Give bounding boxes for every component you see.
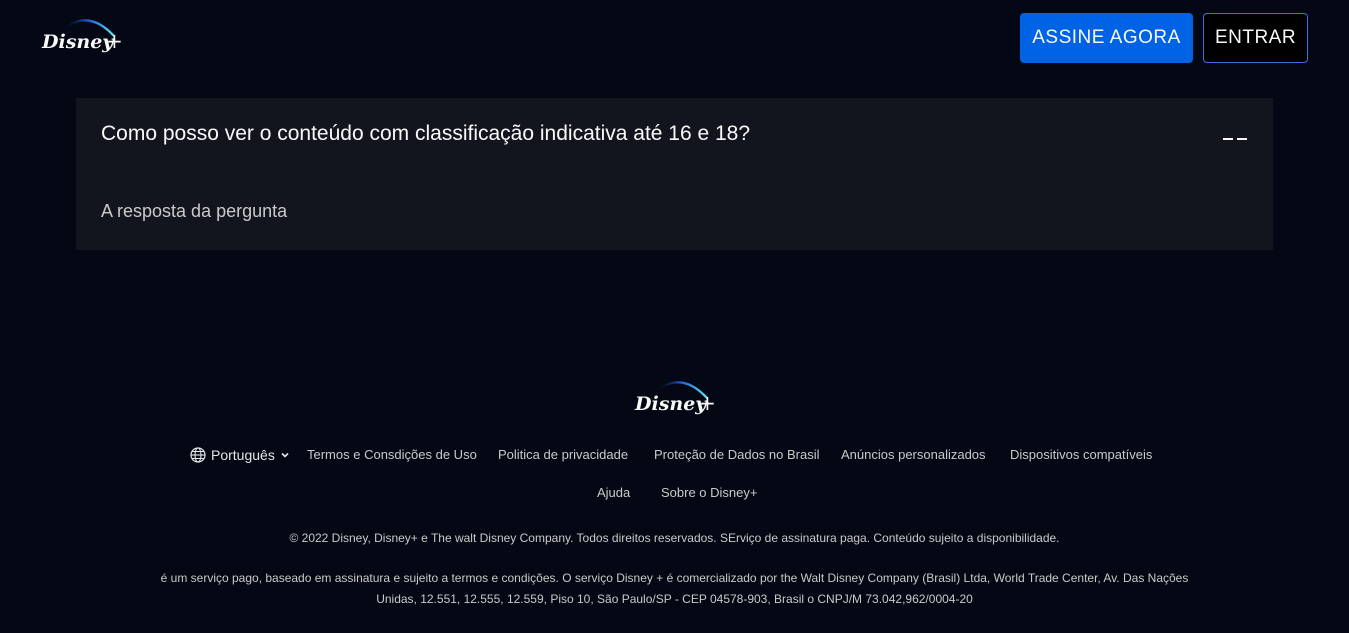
help-link[interactable]: Ajuda: [597, 485, 630, 500]
chevron-down-icon: [281, 452, 289, 458]
disney-plus-logo-icon: Disney +: [41, 19, 123, 53]
collapse-toggle-icon[interactable]: [1223, 128, 1249, 148]
data-protection-link[interactable]: Proteção de Dados no Brasil: [654, 447, 819, 462]
faq-question[interactable]: Como posso ver o conteúdo com classifica…: [101, 122, 750, 146]
privacy-link[interactable]: Politica de privacidade: [498, 447, 628, 462]
footer-links: Português Termos e Consdições de Uso Pol…: [0, 444, 1349, 466]
faq-answer: A resposta da pergunta: [101, 201, 288, 221]
site-header: Disney + ASSINE AGORA ENTRAR: [0, 0, 1349, 80]
terms-link[interactable]: Termos e Consdições de Uso: [307, 447, 477, 462]
svg-text:Disney: Disney: [41, 31, 115, 53]
about-link[interactable]: Sobre o Disney+: [661, 485, 757, 500]
compatible-devices-link[interactable]: Dispositivos compatíveis: [1010, 447, 1152, 462]
svg-text:Disney: Disney: [634, 393, 708, 415]
subscribe-button[interactable]: ASSINE AGORA: [1020, 13, 1193, 63]
globe-icon: [190, 447, 206, 463]
language-label: Português: [211, 447, 275, 463]
footer-disney-plus-logo[interactable]: Disney +: [633, 372, 717, 422]
legal-text: é um serviço pago, baseado em assinatura…: [160, 571, 1189, 606]
footer-links-secondary: Ajuda Sobre o Disney+: [0, 483, 1349, 503]
disney-plus-logo-icon: Disney +: [634, 381, 716, 415]
svg-text:+: +: [699, 391, 716, 415]
personalized-ads-link[interactable]: Anúncios personalizados: [841, 447, 986, 462]
svg-text:+: +: [106, 29, 123, 53]
copyright-text: © 2022 Disney, Disney+ e The walt Disney…: [289, 531, 1060, 545]
login-button[interactable]: ENTRAR: [1203, 13, 1308, 63]
language-selector[interactable]: Português: [190, 444, 290, 466]
disney-plus-logo[interactable]: Disney +: [40, 10, 124, 60]
faq-item: Como posso ver o conteúdo com classifica…: [76, 98, 1273, 250]
